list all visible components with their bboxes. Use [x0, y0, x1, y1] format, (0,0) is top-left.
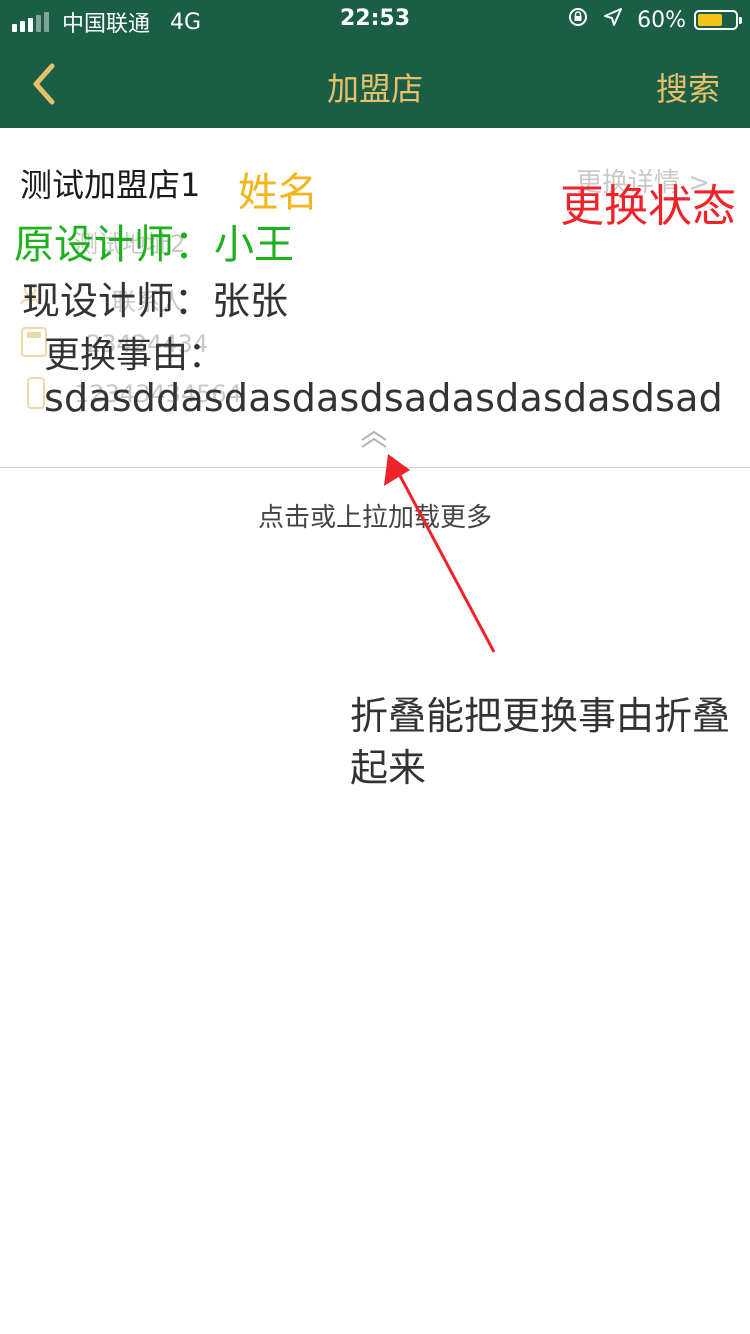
annotation-arrow	[384, 454, 496, 653]
annotation-collapse-note: 折叠能把更换事由折叠起来	[350, 694, 731, 790]
